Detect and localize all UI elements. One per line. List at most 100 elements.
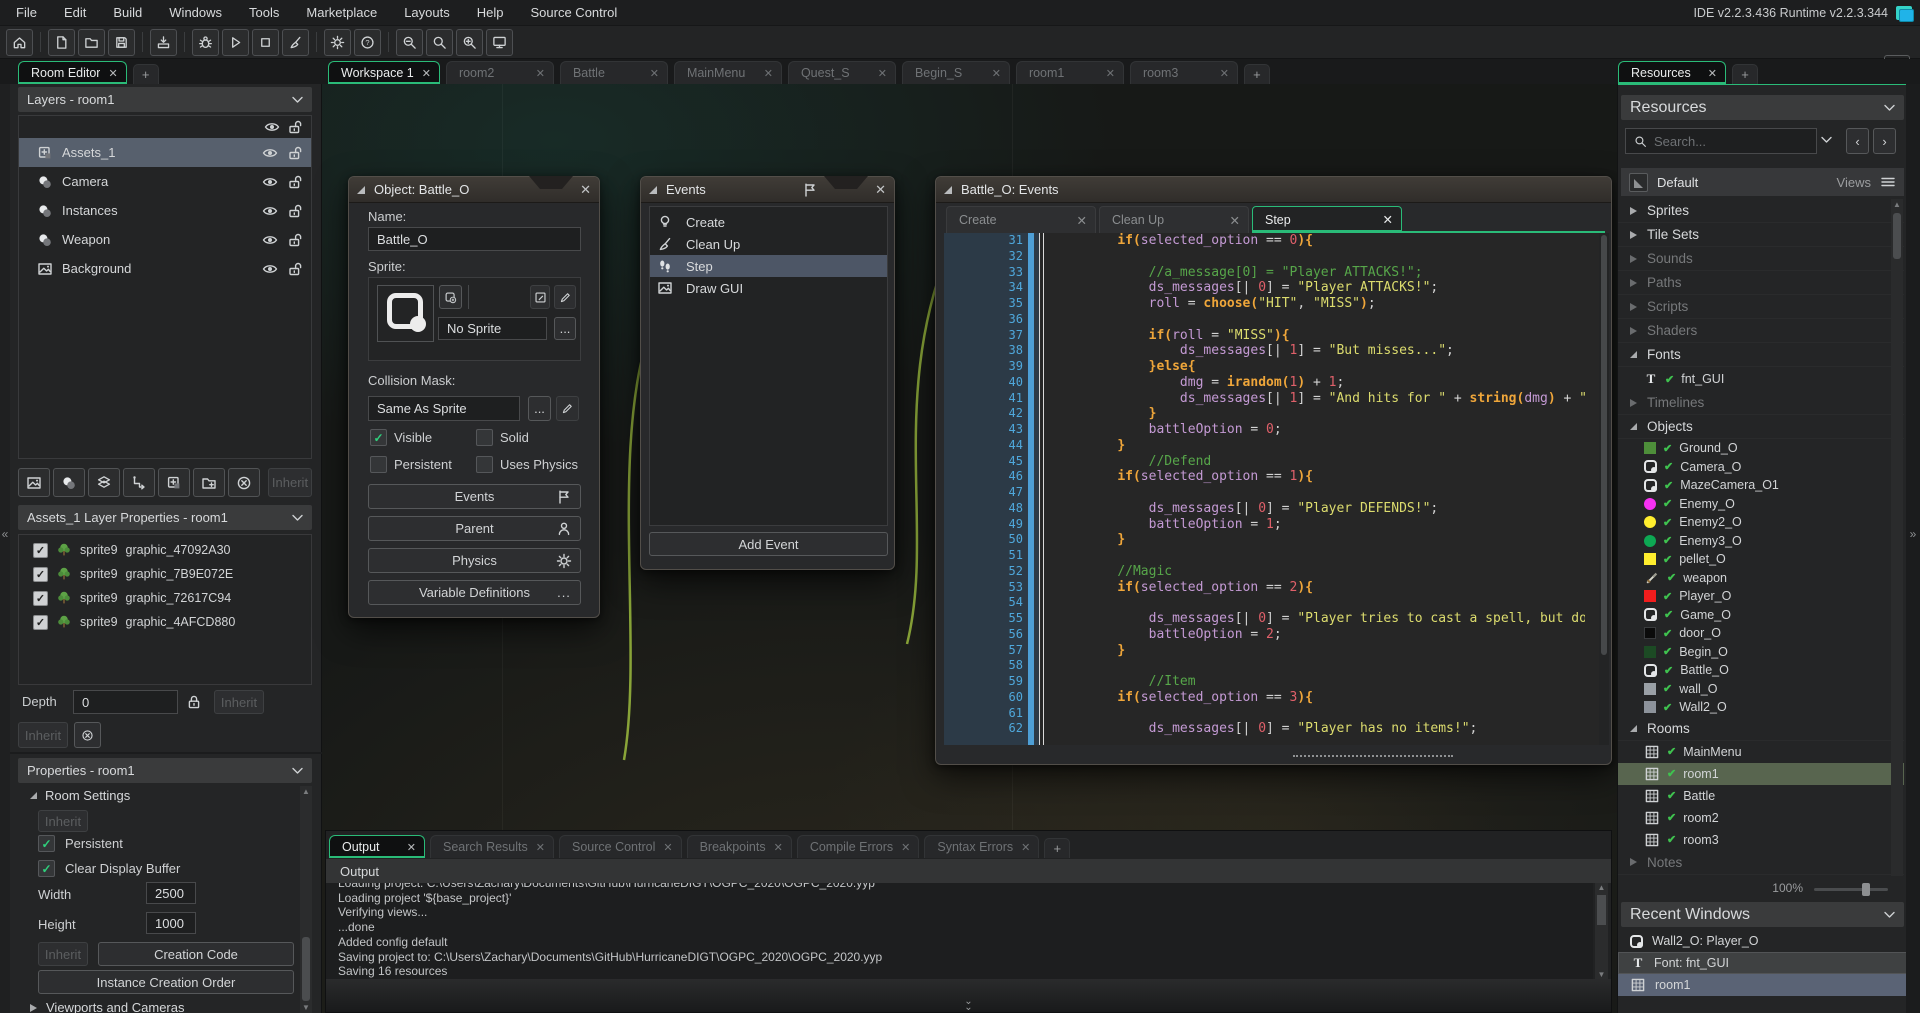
create-executable-button[interactable] xyxy=(150,29,177,56)
close-icon[interactable]: ✕ xyxy=(901,841,910,854)
properties-scrollbar[interactable]: ▲ ▼ xyxy=(300,786,312,1013)
code-tab-create[interactable]: Create✕ xyxy=(946,206,1096,233)
close-icon[interactable]: ✕ xyxy=(108,67,117,80)
resource-category-sounds[interactable]: Sounds xyxy=(1618,247,1904,271)
close-icon[interactable]: ✕ xyxy=(1230,213,1240,228)
output-log[interactable]: Loading project: C:\Users\Zachary\Docume… xyxy=(326,883,1593,979)
layer-row-assets_1[interactable]: Assets_1 xyxy=(19,138,311,167)
zoom-out-button[interactable] xyxy=(396,29,423,56)
close-icon[interactable]: ✕ xyxy=(992,67,1001,80)
resource-item-game_o[interactable]: ✔Game_O xyxy=(1618,606,1904,625)
lock-open-icon[interactable] xyxy=(287,232,303,248)
new-sprite-button[interactable] xyxy=(439,285,462,309)
close-icon[interactable]: ✕ xyxy=(764,67,773,80)
zoom-actual-button[interactable] xyxy=(426,29,453,56)
close-icon[interactable]: ✕ xyxy=(1077,213,1087,228)
object-name-input[interactable] xyxy=(368,227,581,251)
properties-dropdown[interactable]: Properties - room1 xyxy=(18,758,312,783)
add-folder-add-button[interactable] xyxy=(193,468,225,497)
resource-search[interactable]: Search... xyxy=(1625,128,1817,154)
resource-category-tile-sets[interactable]: Tile Sets xyxy=(1618,223,1904,247)
creation-code-button[interactable]: Creation Code xyxy=(98,942,294,966)
menu-item-build[interactable]: Build xyxy=(113,5,142,20)
eye-icon[interactable] xyxy=(262,261,278,277)
resource-category-shaders[interactable]: Shaders xyxy=(1618,319,1904,343)
resource-view-row[interactable]: Default Views xyxy=(1621,168,1904,196)
nav-back-button[interactable]: ‹ xyxy=(1846,128,1869,154)
close-icon[interactable]: ✕ xyxy=(878,67,887,80)
asset-checkbox[interactable]: ✓ xyxy=(33,591,48,606)
tab-room3[interactable]: room3✕ xyxy=(1130,61,1238,84)
resource-item-enemy_o[interactable]: ✔Enemy_O xyxy=(1618,495,1904,514)
resource-category-fonts[interactable]: Fonts xyxy=(1618,343,1904,367)
slider-thumb[interactable] xyxy=(1862,883,1870,896)
menu-item-tools[interactable]: Tools xyxy=(249,5,279,20)
add-asset-layer-button[interactable] xyxy=(158,468,190,497)
resource-item-enemy3_o[interactable]: ✔Enemy3_O xyxy=(1618,532,1904,551)
variable-definitions-button[interactable]: Variable Definitions... xyxy=(368,580,581,605)
layer-row-camera[interactable]: Camera xyxy=(19,167,311,196)
add-tile-layer-button[interactable] xyxy=(88,468,120,497)
lock-open-icon[interactable] xyxy=(287,145,303,161)
close-icon[interactable]: ✕ xyxy=(580,182,591,198)
clean-button[interactable] xyxy=(282,29,309,56)
collapse-triangle-icon[interactable] xyxy=(944,186,952,194)
sprite-select-field[interactable]: No Sprite xyxy=(438,317,547,340)
target-devices-button[interactable] xyxy=(486,29,513,56)
clear-display-buffer-checkbox[interactable]: ✓ xyxy=(38,860,55,877)
resource-item-door_o[interactable]: ✔door_O xyxy=(1618,624,1904,643)
viewports-section-header[interactable]: Viewports and Cameras xyxy=(30,1000,185,1013)
close-icon[interactable]: ✕ xyxy=(1220,67,1229,80)
lock-closed-icon[interactable] xyxy=(186,693,202,711)
resources-dropdown[interactable]: Resources xyxy=(1621,95,1904,120)
output-scrollbar[interactable]: ▲ ▼ xyxy=(1595,883,1608,979)
lock-open-icon[interactable] xyxy=(287,261,303,277)
lock-open-icon[interactable] xyxy=(287,203,303,219)
collapse-triangle-icon[interactable] xyxy=(357,186,365,194)
recent-window-font-fnt-gui[interactable]: TFont: fnt_GUI xyxy=(1618,952,1907,974)
menu-item-file[interactable]: File xyxy=(16,5,37,20)
resource-item-battle_o[interactable]: ✔Battle_O xyxy=(1618,661,1904,680)
resource-category-notes[interactable]: Notes xyxy=(1618,851,1904,875)
new-tab-button[interactable]: + xyxy=(1244,64,1270,84)
resource-item-camera_o[interactable]: ✔Camera_O xyxy=(1618,458,1904,477)
save-button[interactable] xyxy=(108,29,135,56)
menu-item-help[interactable]: Help xyxy=(477,5,504,20)
expand-down-icon[interactable]: ⌄⌄ xyxy=(964,999,972,1011)
tab-workspace-1[interactable]: Workspace 1✕ xyxy=(328,61,440,84)
tab-resources[interactable]: Resources✕ xyxy=(1618,61,1726,84)
output-tab-output[interactable]: Output✕ xyxy=(329,835,425,858)
layer-row-weapon[interactable]: Weapon xyxy=(19,225,311,254)
close-icon[interactable]: ✕ xyxy=(774,841,783,854)
settings-button[interactable] xyxy=(324,29,351,56)
event-item-clean-up[interactable]: Clean Up xyxy=(650,233,887,255)
close-icon[interactable]: ✕ xyxy=(663,841,672,854)
resource-item-battle[interactable]: ✔Battle xyxy=(1618,785,1904,807)
resource-item-mainmenu[interactable]: ✔MainMenu xyxy=(1618,741,1904,763)
help-button[interactable]: ? xyxy=(354,29,381,56)
asset-row-graphic_72617c94[interactable]: ✓sprite9graphic_72617C94 xyxy=(19,586,311,610)
events-window-titlebar[interactable]: Events ✕ xyxy=(641,177,894,203)
scroll-up-icon[interactable]: ▲ xyxy=(1595,883,1608,892)
uses-physics-checkbox[interactable]: ✓ xyxy=(476,456,493,473)
asset-row-graphic_4afcd880[interactable]: ✓sprite9graphic_4AFCD880 xyxy=(19,610,311,634)
sprite-preview[interactable] xyxy=(377,285,434,342)
resource-item-player_o[interactable]: ✔Player_O xyxy=(1618,587,1904,606)
recent-window-wall2-o-player-o[interactable]: Wall2_O: Player_O xyxy=(1618,930,1907,952)
new-tab-button[interactable]: + xyxy=(1044,838,1070,858)
menu-item-layouts[interactable]: Layouts xyxy=(404,5,450,20)
resource-category-paths[interactable]: Paths xyxy=(1618,271,1904,295)
collision-edit-button[interactable] xyxy=(556,396,579,421)
menu-item-edit[interactable]: Edit xyxy=(64,5,86,20)
zoom-slider[interactable] xyxy=(1814,888,1888,891)
resource-item-enemy2_o[interactable]: ✔Enemy2_O xyxy=(1618,513,1904,532)
eye-icon[interactable] xyxy=(264,119,280,135)
resource-category-rooms[interactable]: Rooms xyxy=(1618,717,1904,741)
close-icon[interactable]: ✕ xyxy=(407,841,416,854)
stop-button[interactable] xyxy=(252,29,279,56)
output-tab-breakpoints[interactable]: Breakpoints✕ xyxy=(687,835,792,858)
height-input[interactable] xyxy=(146,912,196,934)
resource-category-objects[interactable]: Objects xyxy=(1618,415,1904,439)
width-input[interactable] xyxy=(146,882,196,904)
resource-item-room1[interactable]: ✔room1 xyxy=(1618,763,1904,785)
